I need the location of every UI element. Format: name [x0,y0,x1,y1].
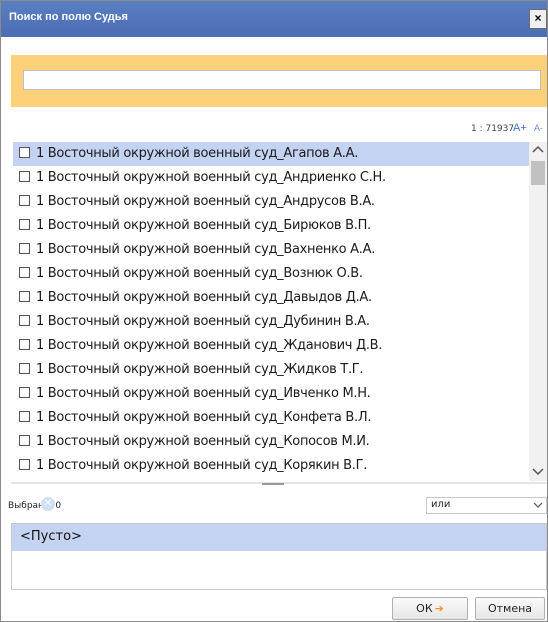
checkbox[interactable] [19,459,30,470]
list-item[interactable]: 1 Восточный окружной военный суд_Конфета… [13,406,529,430]
list-item-label: 1 Восточный окружной военный суд_Копосов… [36,434,370,449]
checkbox[interactable] [19,219,30,230]
list-item[interactable]: 1 Восточный окружной военный суд_Копосов… [13,430,529,454]
checkbox[interactable] [19,243,30,254]
list-item-label: 1 Восточный окружной военный суд_Давыдов… [36,290,372,305]
chevron-up-icon[interactable] [529,142,547,158]
search-dialog: Поиск по полю Судья × 1 : 71937 A+ A- 1 … [0,0,548,622]
operator-select[interactable]: или [426,497,547,514]
checkbox[interactable] [19,171,30,182]
list-item[interactable]: 1 Восточный окружной военный суд_Ивченко… [13,382,529,406]
search-panel [11,55,547,107]
splitter-grip[interactable] [262,483,284,485]
list-item-label: 1 Восточный окружной военный суд_Дубинин… [36,314,370,329]
list-item[interactable]: 1 Восточный окружной военный суд_Бирюков… [13,214,529,238]
checkbox[interactable] [19,435,30,446]
list-item[interactable]: 1 Восточный окружной военный суд_Давыдов… [13,286,529,310]
list-item-label: 1 Восточный окружной военный суд_Вознюк … [36,266,363,281]
arrow-right-icon: ➔ [434,602,444,615]
list-item-label: 1 Восточный окружной военный суд_Бирюков… [36,218,371,233]
list-item[interactable]: 1 Восточный окружной военный суд_Вознюк … [13,262,529,286]
list-item-label: 1 Восточный окружной военный суд_Агапов … [36,146,359,161]
list-item-label: 1 Восточный окружной военный суд_Жданови… [36,338,383,353]
list-item[interactable]: 1 Восточный окружной военный суд_Андриен… [13,166,529,190]
empty-placeholder: <Пусто> [20,529,82,544]
checkbox[interactable] [19,387,30,398]
list-item[interactable]: 1 Восточный окружной военный суд_Андрусо… [13,190,529,214]
scroll-thumb[interactable] [531,161,545,185]
chevron-down-icon [533,498,543,515]
selected-values-box[interactable]: <Пусто> [11,523,547,590]
ok-button[interactable]: ОК ➔ [392,597,468,620]
list-item[interactable]: 1 Восточный окружной военный суд_Вахненк… [13,238,529,262]
font-decrease-button[interactable]: A- [534,123,543,133]
chevron-down-icon[interactable] [529,465,547,481]
list-scrollbar[interactable] [529,142,547,481]
dialog-titlebar[interactable]: Поиск по полю Судья × [1,1,547,37]
list-item-label: 1 Восточный окружной военный суд_Ивченко… [36,386,371,401]
cancel-button[interactable]: Отмена [475,597,545,620]
list-item-label: 1 Восточный окружной военный суд_Андриен… [36,170,386,185]
list-item-label: 1 Восточный окружной военный суд_Жидков … [36,362,364,377]
list-item[interactable]: 1 Восточный окружной военный суд_Жидков … [13,358,529,382]
font-increase-button[interactable]: A+ [513,122,527,134]
checkbox[interactable] [19,315,30,326]
list-item[interactable]: 1 Восточный окружной военный суд_Жданови… [13,334,529,358]
operator-value: или [431,499,451,510]
ok-label: ОК [416,602,433,615]
checkbox[interactable] [19,147,30,158]
dialog-title: Поиск по полю Судья [9,11,128,23]
checkbox[interactable] [19,411,30,422]
item-counter: 1 : 71937 [471,124,515,134]
list-item-label: 1 Восточный окружной военный суд_Вахненк… [36,242,376,257]
clear-icon[interactable]: ✕ [41,497,55,511]
checkbox[interactable] [19,363,30,374]
checkbox[interactable] [19,267,30,278]
list-item[interactable]: 1 Восточный окружной военный суд_Дубинин… [13,310,529,334]
checkbox[interactable] [19,195,30,206]
list-item-label: 1 Восточный окружной военный суд_Конфета… [36,410,372,425]
search-input[interactable] [23,70,541,90]
judge-list: 1 Восточный окружной военный суд_Агапов … [13,142,529,481]
checkbox[interactable] [19,291,30,302]
checkbox[interactable] [19,339,30,350]
close-button[interactable]: × [529,9,547,29]
list-item[interactable]: 1 Восточный окружной военный суд_Корякин… [13,454,529,478]
list-item-label: 1 Восточный окружной военный суд_Корякин… [36,458,368,473]
list-item[interactable]: 1 Восточный окружной военный суд_Агапов … [13,142,529,166]
list-item-label: 1 Восточный окружной военный суд_Андрусо… [36,194,375,209]
empty-placeholder-row: <Пусто> [12,524,546,551]
